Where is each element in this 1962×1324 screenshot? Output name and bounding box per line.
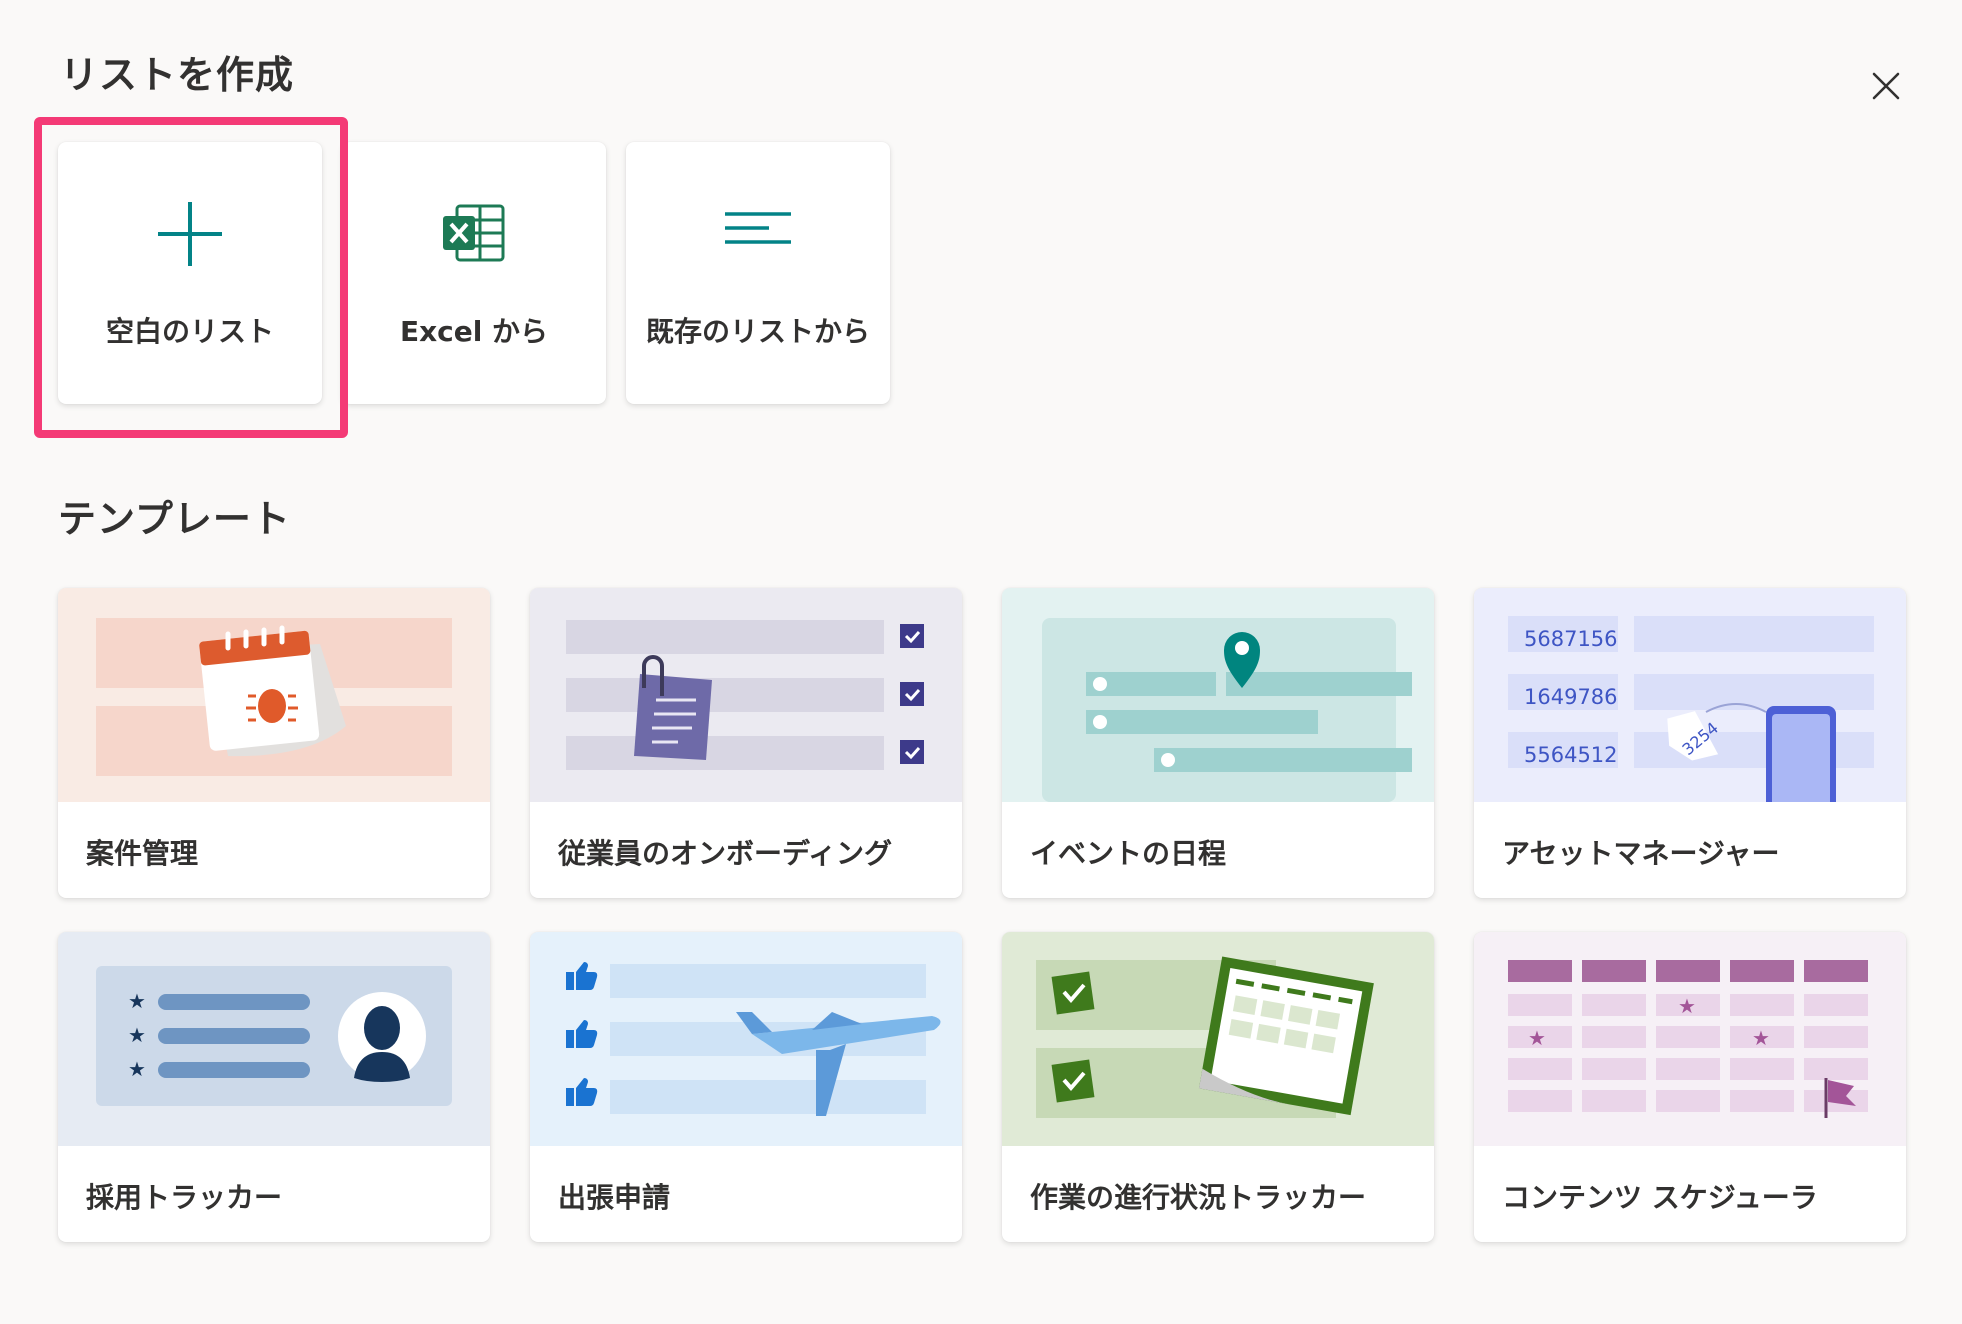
excel-icon xyxy=(342,198,606,278)
svg-text:★: ★ xyxy=(1528,1026,1546,1050)
template-thumbnail: ★ ★ ★ xyxy=(58,932,490,1146)
template-label: 案件管理 xyxy=(86,837,199,870)
template-thumbnail xyxy=(530,588,962,802)
template-card-employee-onboarding[interactable]: 従業員のオンボーディング xyxy=(530,588,962,898)
template-thumbnail xyxy=(1002,588,1434,802)
list-lines-icon xyxy=(626,198,890,278)
template-card-work-progress-tracker[interactable]: 作業の進行状況トラッカー xyxy=(1002,932,1434,1242)
close-icon xyxy=(1872,72,1900,100)
template-label: イベントの日程 xyxy=(1030,837,1227,870)
close-button[interactable] xyxy=(1866,66,1906,106)
template-label: 出張申請 xyxy=(558,1181,671,1214)
asset-number: 5687156 xyxy=(1524,627,1618,651)
svg-text:★: ★ xyxy=(1678,994,1696,1018)
template-thumbnail xyxy=(58,588,490,802)
template-label: 作業の進行状況トラッカー xyxy=(1030,1181,1367,1214)
blank-list-label: 空白のリスト xyxy=(105,315,274,348)
blank-list-button[interactable]: 空白のリスト xyxy=(58,142,322,404)
template-thumbnail: 5687156 1649786 5564512 3254 xyxy=(1474,588,1906,802)
template-card-travel-requests[interactable]: 出張申請 xyxy=(530,932,962,1242)
dialog-title: リストを作成 xyxy=(60,53,295,97)
svg-text:★: ★ xyxy=(128,1057,146,1081)
from-existing-list-label: 既存のリストから xyxy=(645,315,870,348)
svg-text:★: ★ xyxy=(1752,1026,1770,1050)
from-excel-button[interactable]: Excel から xyxy=(342,142,606,404)
template-label: 従業員のオンボーディング xyxy=(558,837,893,870)
asset-number: 5564512 xyxy=(1524,743,1618,767)
phone-icon xyxy=(1766,706,1836,802)
templates-heading: テンプレート xyxy=(58,497,291,541)
template-card-asset-manager[interactable]: 5687156 1649786 5564512 3254 アセットマネージャー xyxy=(1474,588,1906,898)
from-excel-label: Excel から xyxy=(399,315,549,348)
template-thumbnail xyxy=(1002,932,1434,1146)
template-card-event-itinerary[interactable]: イベントの日程 xyxy=(1002,588,1434,898)
star-icon: ★ ★ ★ xyxy=(128,989,146,1081)
checkbox-icon xyxy=(900,624,924,764)
template-card-issue-tracker[interactable]: 案件管理 xyxy=(58,588,490,898)
asset-number: 1649786 xyxy=(1524,685,1618,709)
svg-text:★: ★ xyxy=(128,1023,146,1047)
template-label: 採用トラッカー xyxy=(86,1181,283,1214)
svg-text:★: ★ xyxy=(128,989,146,1013)
template-label: コンテンツ スケジューラ xyxy=(1502,1181,1818,1214)
template-card-recruitment-tracker[interactable]: ★ ★ ★ 採用トラッカー xyxy=(58,932,490,1242)
from-existing-list-button[interactable]: 既存のリストから xyxy=(626,142,890,404)
template-label: アセットマネージャー xyxy=(1502,837,1780,870)
template-thumbnail xyxy=(530,932,962,1146)
template-card-content-scheduler[interactable]: ★ ★ ★ コンテンツ スケジューラ xyxy=(1474,932,1906,1242)
calendar-icon xyxy=(1198,956,1374,1116)
plus-icon xyxy=(58,198,322,278)
template-thumbnail: ★ ★ ★ xyxy=(1474,932,1906,1146)
